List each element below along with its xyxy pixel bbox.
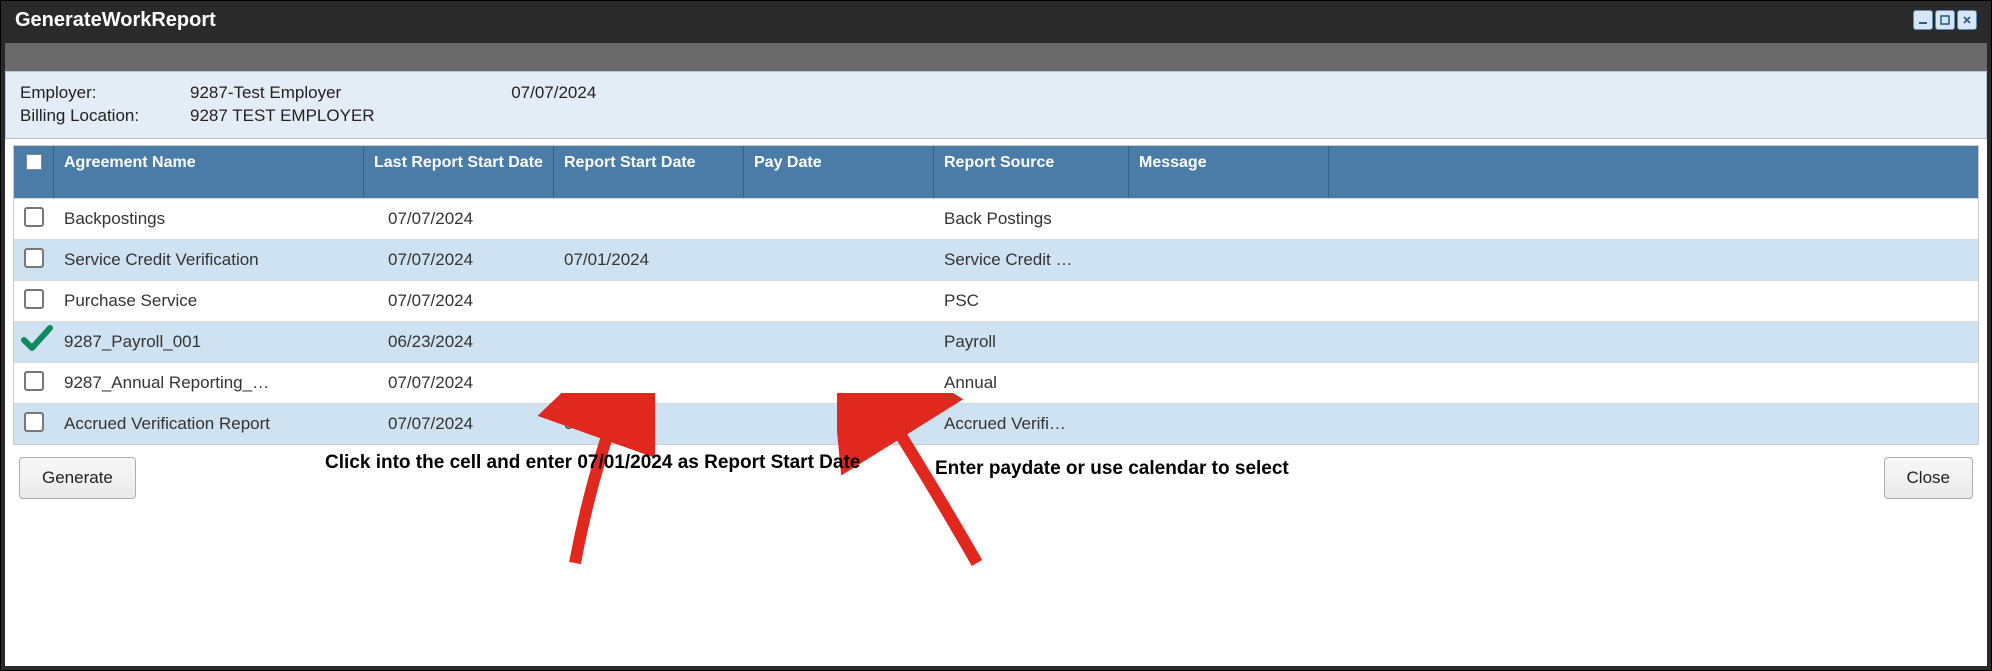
title-bar: GenerateWorkReport — [1, 1, 1991, 39]
col-agreement-name[interactable]: Agreement Name — [54, 146, 364, 198]
table-row: 9287_Annual Reporting_…07/07/2024 Annual — [14, 362, 1978, 403]
message-cell — [1129, 240, 1329, 280]
pay-date-cell[interactable] — [744, 199, 934, 239]
agreement-name-cell: Accrued Verification Report — [54, 404, 364, 444]
work-report-grid: Agreement Name Last Report Start Date Re… — [13, 145, 1979, 445]
report-start-cell[interactable] — [554, 281, 744, 321]
col-message[interactable]: Message — [1129, 146, 1329, 198]
report-start-cell[interactable] — [554, 363, 744, 403]
col-spacer — [1329, 146, 1978, 198]
agreement-name-cell: 9287_Payroll_001 — [54, 322, 364, 362]
close-window-button[interactable] — [1957, 10, 1977, 30]
col-last-report[interactable]: Last Report Start Date — [364, 146, 554, 198]
message-cell — [1129, 322, 1329, 362]
generate-button[interactable]: Generate — [19, 457, 136, 499]
row-checkbox-cell — [14, 363, 54, 403]
pay-date-cell[interactable] — [744, 363, 934, 403]
last-report-cell: 07/07/2024 — [364, 281, 554, 321]
window-frame: GenerateWorkReport Employer: 9287-Test E… — [0, 0, 1992, 671]
report-start-cell[interactable] — [554, 199, 744, 239]
employer-label: Employer: — [20, 82, 190, 105]
report-source-cell: Payroll — [934, 322, 1129, 362]
toolbar-strip — [5, 43, 1987, 71]
grid-header: Agreement Name Last Report Start Date Re… — [14, 146, 1978, 198]
maximize-button[interactable] — [1935, 10, 1955, 30]
annotation-pay-date: Enter paydate or use calendar to select — [935, 457, 1289, 482]
report-start-cell[interactable] — [554, 322, 744, 362]
table-row: Accrued Verification Report07/07/202407/… — [14, 403, 1978, 444]
table-row: Purchase Service07/07/2024 PSC — [14, 280, 1978, 321]
select-all-checkbox[interactable] — [26, 154, 42, 170]
report-source-cell: PSC — [934, 281, 1129, 321]
agreement-name-cell: Service Credit Verification — [54, 240, 364, 280]
report-source-cell: Service Credit … — [934, 240, 1129, 280]
footer: Generate Click into the cell and enter 0… — [5, 445, 1987, 499]
minimize-button[interactable] — [1913, 10, 1933, 30]
window-title: GenerateWorkReport — [15, 9, 216, 32]
agreement-name-cell: 9287_Annual Reporting_… — [54, 363, 364, 403]
agreement-name-cell: Backpostings — [54, 199, 364, 239]
row-checkbox-cell — [14, 281, 54, 321]
row-checkbox-cell — [14, 199, 54, 239]
report-source-cell: Accrued Verifi… — [934, 404, 1129, 444]
message-cell — [1129, 404, 1329, 444]
row-checkbox[interactable] — [24, 248, 44, 268]
pay-date-cell[interactable] — [744, 240, 934, 280]
close-button[interactable]: Close — [1884, 457, 1973, 499]
row-checkbox-cell — [14, 240, 54, 280]
table-row: Service Credit Verification07/07/202407/… — [14, 239, 1978, 280]
report-source-cell: Back Postings — [934, 199, 1129, 239]
message-cell — [1129, 281, 1329, 321]
last-report-cell: 07/07/2024 — [364, 240, 554, 280]
employer-value: 9287-Test Employer — [190, 82, 341, 105]
last-report-cell: 07/07/2024 — [364, 199, 554, 239]
header-panel: Employer: 9287-Test Employer 07/07/2024 … — [5, 71, 1987, 139]
col-report-source[interactable]: Report Source — [934, 146, 1129, 198]
report-start-cell[interactable]: 07/01/2024 — [554, 404, 744, 444]
pay-date-cell[interactable] — [744, 322, 934, 362]
billing-value: 9287 TEST EMPLOYER — [190, 105, 375, 128]
message-cell — [1129, 363, 1329, 403]
window-controls — [1913, 10, 1977, 30]
row-checkbox[interactable] — [24, 207, 44, 227]
last-report-cell: 06/23/2024 — [364, 322, 554, 362]
content-area: Employer: 9287-Test Employer 07/07/2024 … — [5, 43, 1987, 666]
agreement-name-cell: Purchase Service — [54, 281, 364, 321]
col-pay-date[interactable]: Pay Date — [744, 146, 934, 198]
pay-date-cell[interactable] — [744, 404, 934, 444]
billing-label: Billing Location: — [20, 105, 190, 128]
row-checkbox[interactable] — [24, 289, 44, 309]
last-report-cell: 07/07/2024 — [364, 363, 554, 403]
report-start-cell[interactable]: 07/01/2024 — [554, 240, 744, 280]
message-cell — [1129, 199, 1329, 239]
row-checkbox[interactable] — [24, 330, 44, 350]
row-checkbox[interactable] — [24, 412, 44, 432]
row-checkbox-cell — [14, 404, 54, 444]
table-row: 9287_Payroll_00106/23/2024 Payroll — [14, 321, 1978, 362]
annotation-report-start: Click into the cell and enter 07/01/2024… — [325, 451, 860, 476]
header-date: 07/07/2024 — [511, 82, 596, 105]
row-checkbox-cell — [14, 322, 54, 362]
col-report-start[interactable]: Report Start Date — [554, 146, 744, 198]
report-source-cell: Annual — [934, 363, 1129, 403]
header-checkbox-cell — [14, 146, 54, 198]
row-checkbox[interactable] — [24, 371, 44, 391]
table-row: Backpostings07/07/2024 Back Postings — [14, 198, 1978, 239]
last-report-cell: 07/07/2024 — [364, 404, 554, 444]
pay-date-cell[interactable] — [744, 281, 934, 321]
